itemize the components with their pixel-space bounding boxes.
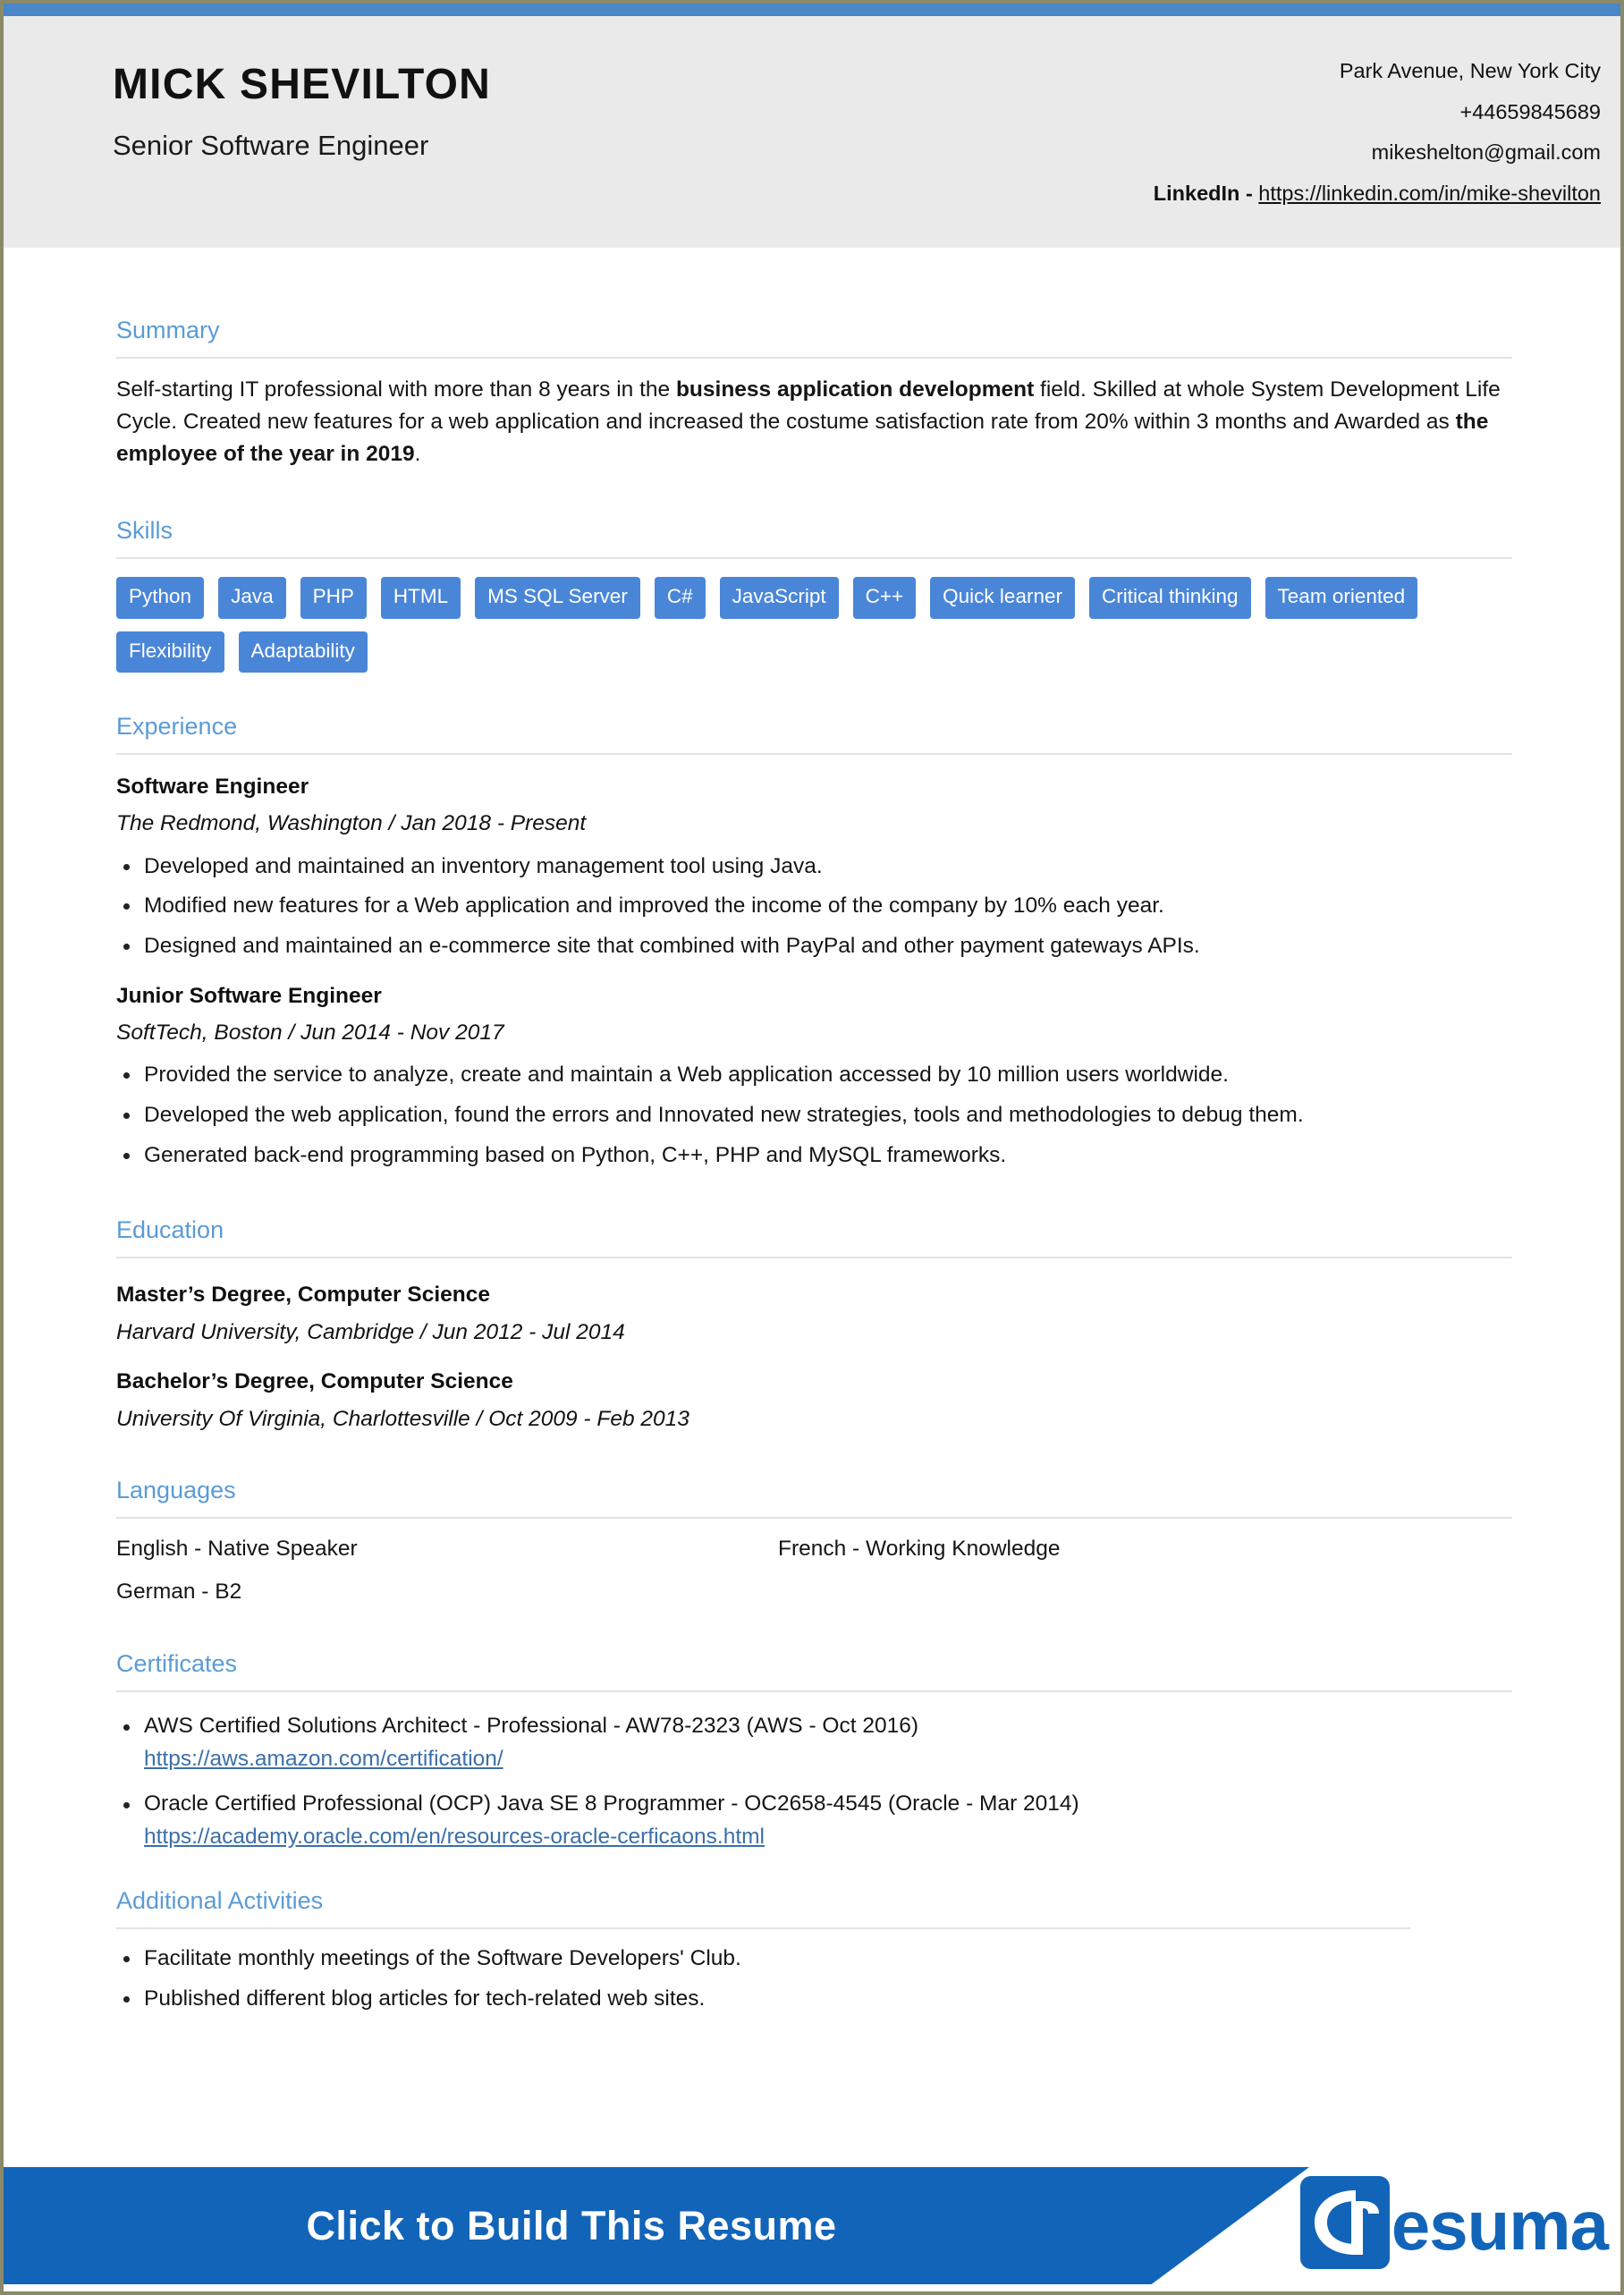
language-item: French - Working Knowledge bbox=[778, 1537, 1061, 1562]
cresuma-wordmark: esuma bbox=[1391, 2186, 1609, 2265]
section-title-activities: Additional Activities bbox=[116, 1886, 324, 1914]
experience-bullet: Modified new features for a Web applicat… bbox=[116, 891, 1508, 922]
contact-block: Park Avenue, New York City +44659845689 … bbox=[1154, 54, 1601, 204]
section-divider bbox=[116, 1256, 1512, 1258]
summary-text-1: Self-starting IT professional with more … bbox=[116, 377, 676, 402]
skill-chip[interactable]: JavaScript bbox=[719, 577, 839, 619]
section-divider bbox=[116, 557, 1512, 560]
experience-bullet-list: Developed and maintained an inventory ma… bbox=[116, 851, 1508, 962]
experience-entry: Software Engineer The Redmond, Washington… bbox=[116, 775, 1508, 962]
experience-bullet: Provided the service to analyze, create … bbox=[116, 1060, 1508, 1091]
experience-company-dates: SoftTech, Boston / Jun 2014 - Nov 2017 bbox=[116, 1020, 504, 1046]
experience-entry: Junior Software Engineer SoftTech, Boston… bbox=[116, 984, 1508, 1172]
cresuma-monogram-icon bbox=[1299, 2176, 1390, 2269]
education-school-dates: University Of Virginia, Charlottesville … bbox=[116, 1407, 689, 1432]
section-divider bbox=[116, 357, 1512, 359]
section-title-experience: Experience bbox=[116, 713, 238, 741]
experience-list: Software Engineer The Redmond, Washington… bbox=[116, 775, 1508, 1171]
skill-chip[interactable]: Team oriented bbox=[1265, 577, 1418, 619]
linkedin-url[interactable]: https://linkedin.com/in/mike-shevilton bbox=[1258, 182, 1601, 205]
section-title-skills: Skills bbox=[116, 517, 173, 545]
certificate-url[interactable]: https://academy.oracle.com/en/resources-… bbox=[144, 1823, 765, 1851]
education-degree: Master’s Degree, Computer Science bbox=[116, 1282, 491, 1307]
education-school-dates: Harvard University, Cambridge / Jun 2012… bbox=[116, 1319, 625, 1344]
build-resume-label: Click to Build This Resume bbox=[306, 2202, 837, 2248]
resume-page: MICK SHEVILTON Senior Software Engineer … bbox=[0, 0, 1624, 2295]
section-title-certificates: Certificates bbox=[116, 1650, 238, 1678]
education-degree: Bachelor’s Degree, Computer Science bbox=[116, 1369, 513, 1394]
education-entry: Master’s Degree, Computer Science Harvard… bbox=[116, 1283, 1508, 1345]
language-item: German - B2 bbox=[116, 1579, 242, 1604]
skill-chip[interactable]: HTML bbox=[380, 577, 461, 619]
section-additional-activities: Additional Activities Facilitate monthly… bbox=[116, 1851, 1508, 2015]
certificate-item: Oracle Certified Professional (OCP) Java… bbox=[116, 1790, 1508, 1851]
language-item: English - Native Speaker bbox=[116, 1537, 358, 1562]
skills-chip-list: Python Java PHP HTML MS SQL Server C# JavaScri… bbox=[116, 577, 1431, 673]
skill-chip[interactable]: MS SQL Server bbox=[475, 577, 640, 619]
contact-address: Park Avenue, New York City bbox=[1339, 59, 1601, 82]
top-accent-rule bbox=[4, 4, 1620, 16]
activity-bullet: Published different blog articles for te… bbox=[116, 1984, 1508, 2015]
certificate-item: AWS Certified Solutions Architect - Prof… bbox=[116, 1712, 1508, 1774]
cresuma-logo[interactable]: esuma bbox=[1299, 2176, 1609, 2269]
section-title-languages: Languages bbox=[116, 1477, 236, 1504]
section-experience: Experience Software Engineer The Redmond,… bbox=[116, 673, 1512, 1171]
contact-email[interactable]: mikeshelton@gmail.com bbox=[1154, 141, 1601, 164]
contact-linkedin: LinkedIn - https://linkedin.com/in/mike-… bbox=[1153, 181, 1601, 205]
summary-bold-1: business application development bbox=[675, 377, 1035, 402]
experience-bullet: Developed the web application, found the… bbox=[116, 1100, 1508, 1131]
linkedin-label: LinkedIn - bbox=[1153, 181, 1259, 205]
skill-chip[interactable]: Python bbox=[116, 577, 205, 619]
build-resume-button[interactable]: Click to Build This Resume bbox=[4, 2167, 1309, 2284]
experience-bullet: Developed and maintained an inventory ma… bbox=[116, 851, 1508, 883]
certificate-title: Oracle Certified Professional (OCP) Java… bbox=[144, 1791, 1079, 1817]
skill-chip[interactable]: Critical thinking bbox=[1088, 577, 1251, 619]
footer-cta-bar: Click to Build This Resume esuma bbox=[4, 2156, 1620, 2291]
skill-chip[interactable]: Java bbox=[218, 577, 286, 619]
education-list: Master’s Degree, Computer Science Harvard… bbox=[116, 1283, 1508, 1433]
summary-text-3: . bbox=[414, 441, 421, 466]
activity-bullet: Facilitate monthly meetings of the Softw… bbox=[116, 1944, 1508, 1975]
resume-body: Summary Self-starting IT professional wi… bbox=[4, 248, 1620, 2014]
skill-chip[interactable]: Quick learner bbox=[930, 577, 1075, 619]
section-summary: Summary Self-starting IT professional wi… bbox=[116, 248, 1512, 470]
experience-company-dates: The Redmond, Washington / Jan 2018 - Pre… bbox=[116, 811, 587, 836]
experience-bullet: Generated back-end programming based on … bbox=[116, 1140, 1508, 1172]
section-languages: Languages English - Native Speaker French… bbox=[116, 1432, 1512, 1623]
experience-bullet-list: Provided the service to analyze, create … bbox=[116, 1060, 1508, 1171]
certificate-title: AWS Certified Solutions Architect - Prof… bbox=[144, 1714, 918, 1739]
resume-header: MICK SHEVILTON Senior Software Engineer … bbox=[4, 16, 1620, 248]
section-divider bbox=[116, 1927, 1410, 1929]
experience-role: Software Engineer bbox=[116, 775, 309, 800]
section-title-education: Education bbox=[116, 1215, 224, 1243]
languages-list: English - Native Speaker French - Working… bbox=[116, 1538, 1440, 1623]
certificate-url[interactable]: https://aws.amazon.com/certification/ bbox=[144, 1745, 503, 1774]
skill-chip[interactable]: Flexibility bbox=[116, 631, 224, 673]
section-divider bbox=[116, 1517, 1512, 1520]
skill-chip[interactable]: PHP bbox=[300, 577, 367, 619]
contact-phone[interactable]: +44659845689 bbox=[1154, 101, 1602, 123]
experience-role: Junior Software Engineer bbox=[116, 983, 382, 1008]
candidate-job-title: Senior Software Engineer bbox=[113, 130, 429, 162]
section-divider bbox=[116, 1690, 1512, 1693]
skill-chip[interactable]: C# bbox=[654, 577, 706, 619]
experience-bullet: Designed and maintained an e-commerce si… bbox=[116, 931, 1508, 962]
education-entry: Bachelor’s Degree, Computer Science Unive… bbox=[116, 1369, 1508, 1432]
identity-block: MICK SHEVILTON Senior Software Engineer bbox=[113, 54, 491, 161]
skill-chip[interactable]: Adaptability bbox=[238, 631, 368, 673]
skill-chip[interactable]: C++ bbox=[852, 577, 917, 619]
section-education: Education Master’s Degree, Computer Scie… bbox=[116, 1172, 1512, 1433]
summary-paragraph: Self-starting IT professional with more … bbox=[116, 374, 1508, 470]
section-certificates: Certificates AWS Certified Solutions Arc… bbox=[116, 1623, 1512, 1850]
section-title-summary: Summary bbox=[116, 317, 220, 343]
section-skills: Skills Python Java PHP HTML MS SQL Server C# J… bbox=[116, 470, 1512, 673]
candidate-name: MICK SHEVILTON bbox=[113, 61, 492, 108]
certificates-list: AWS Certified Solutions Architect - Prof… bbox=[116, 1712, 1508, 1850]
activities-list: Facilitate monthly meetings of the Softw… bbox=[116, 1944, 1508, 2015]
section-divider bbox=[116, 753, 1512, 756]
